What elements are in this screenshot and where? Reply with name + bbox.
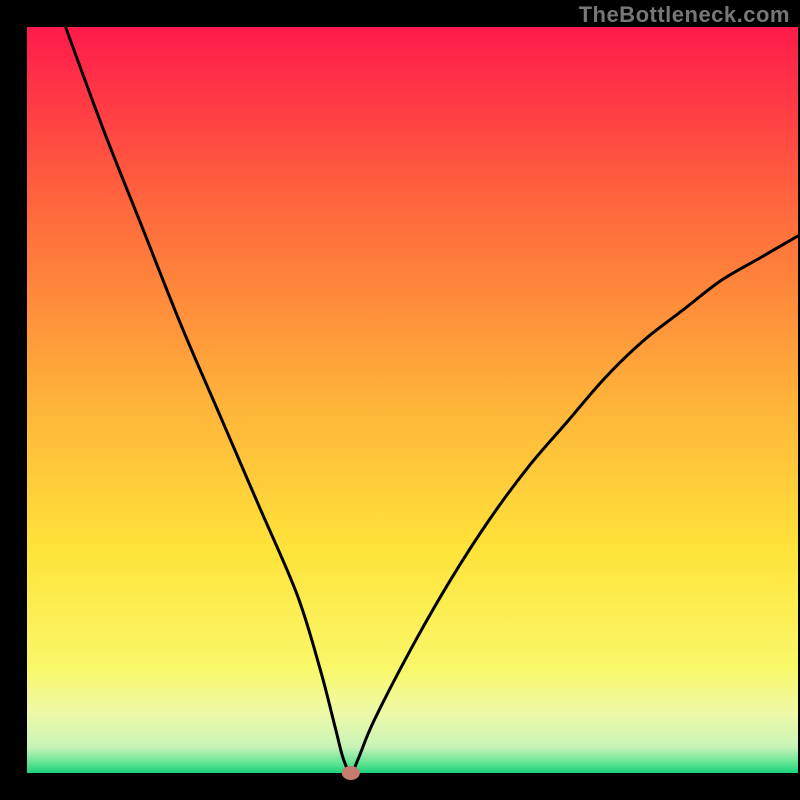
chart-container: TheBottleneck.com bbox=[0, 0, 800, 800]
bottleneck-chart bbox=[0, 0, 800, 800]
watermark-text: TheBottleneck.com bbox=[579, 2, 790, 28]
optimal-point-marker bbox=[342, 766, 360, 780]
plot-background bbox=[27, 27, 798, 773]
